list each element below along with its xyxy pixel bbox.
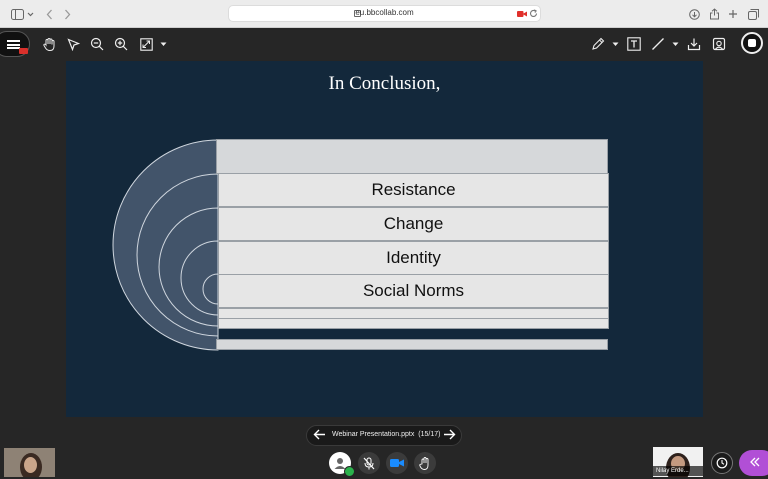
- chevron-down-icon[interactable]: [608, 34, 622, 54]
- presentation-slide: In Conclusion, Resistance Change Identit…: [66, 61, 703, 417]
- mic-muted-icon[interactable]: [358, 452, 380, 474]
- diagram-bar: [218, 318, 609, 329]
- reload-icon[interactable]: [529, 9, 538, 18]
- url-text: eu.bbcollab.com: [355, 8, 414, 17]
- presenter-name: Nilay Erde...: [653, 466, 703, 476]
- status-ok-icon: [344, 466, 355, 477]
- chevron-down-icon[interactable]: [156, 34, 170, 54]
- new-tab-icon[interactable]: [726, 6, 740, 22]
- sidebar-icon[interactable]: [10, 6, 24, 22]
- menu-icon: [7, 40, 20, 49]
- download-icon[interactable]: [684, 34, 704, 54]
- page-counter: (15/17): [418, 431, 441, 438]
- share-icon[interactable]: [707, 6, 721, 22]
- diagram-bar: Identity: [218, 241, 609, 275]
- address-bar[interactable]: eu.bbcollab.com: [228, 5, 541, 22]
- diagram-bar: Resistance: [218, 173, 609, 207]
- file-name-label: Webinar Presentation.pptx: [332, 431, 415, 438]
- fit-screen-icon[interactable]: [136, 34, 156, 54]
- self-video[interactable]: [4, 448, 55, 477]
- diagram-bar: [216, 339, 608, 350]
- presentation-file-name: Webinar Presentation.pptx (15/17): [332, 431, 440, 438]
- zoom-out-icon[interactable]: [87, 34, 107, 54]
- previous-slide-icon[interactable]: [313, 428, 326, 444]
- forward-icon[interactable]: [62, 6, 72, 22]
- camera-icon[interactable]: [517, 10, 527, 18]
- next-slide-icon[interactable]: [443, 428, 456, 444]
- diagram-bar: [216, 139, 608, 174]
- clear-icon[interactable]: [709, 34, 729, 54]
- line-icon[interactable]: [648, 34, 668, 54]
- back-icon[interactable]: [44, 6, 54, 22]
- hand-raise-icon[interactable]: [414, 452, 436, 474]
- pointer-icon[interactable]: [63, 34, 83, 54]
- zoom-in-icon[interactable]: [111, 34, 131, 54]
- stop-share-icon[interactable]: [741, 32, 763, 54]
- chevron-down-icon[interactable]: [668, 34, 682, 54]
- collapse-panel-icon[interactable]: [739, 450, 768, 476]
- download-icon[interactable]: [687, 6, 701, 22]
- browser-toolbar: eu.bbcollab.com: [0, 0, 768, 28]
- text-icon[interactable]: [624, 34, 644, 54]
- tabs-icon[interactable]: [746, 6, 760, 22]
- pan-hand-icon[interactable]: [39, 34, 59, 54]
- pen-icon[interactable]: [588, 34, 608, 54]
- camera-icon[interactable]: [386, 452, 408, 474]
- slide-navigator: Webinar Presentation.pptx (15/17): [306, 425, 462, 446]
- chevron-down-icon[interactable]: [26, 6, 34, 22]
- open-menu-button[interactable]: [0, 31, 30, 57]
- diagram-bar: Change: [218, 207, 609, 241]
- diagram-bar: Social Norms: [218, 274, 609, 308]
- activity-icon[interactable]: [711, 452, 733, 474]
- recording-badge: [19, 48, 28, 54]
- collab-toolbar: [0, 28, 768, 60]
